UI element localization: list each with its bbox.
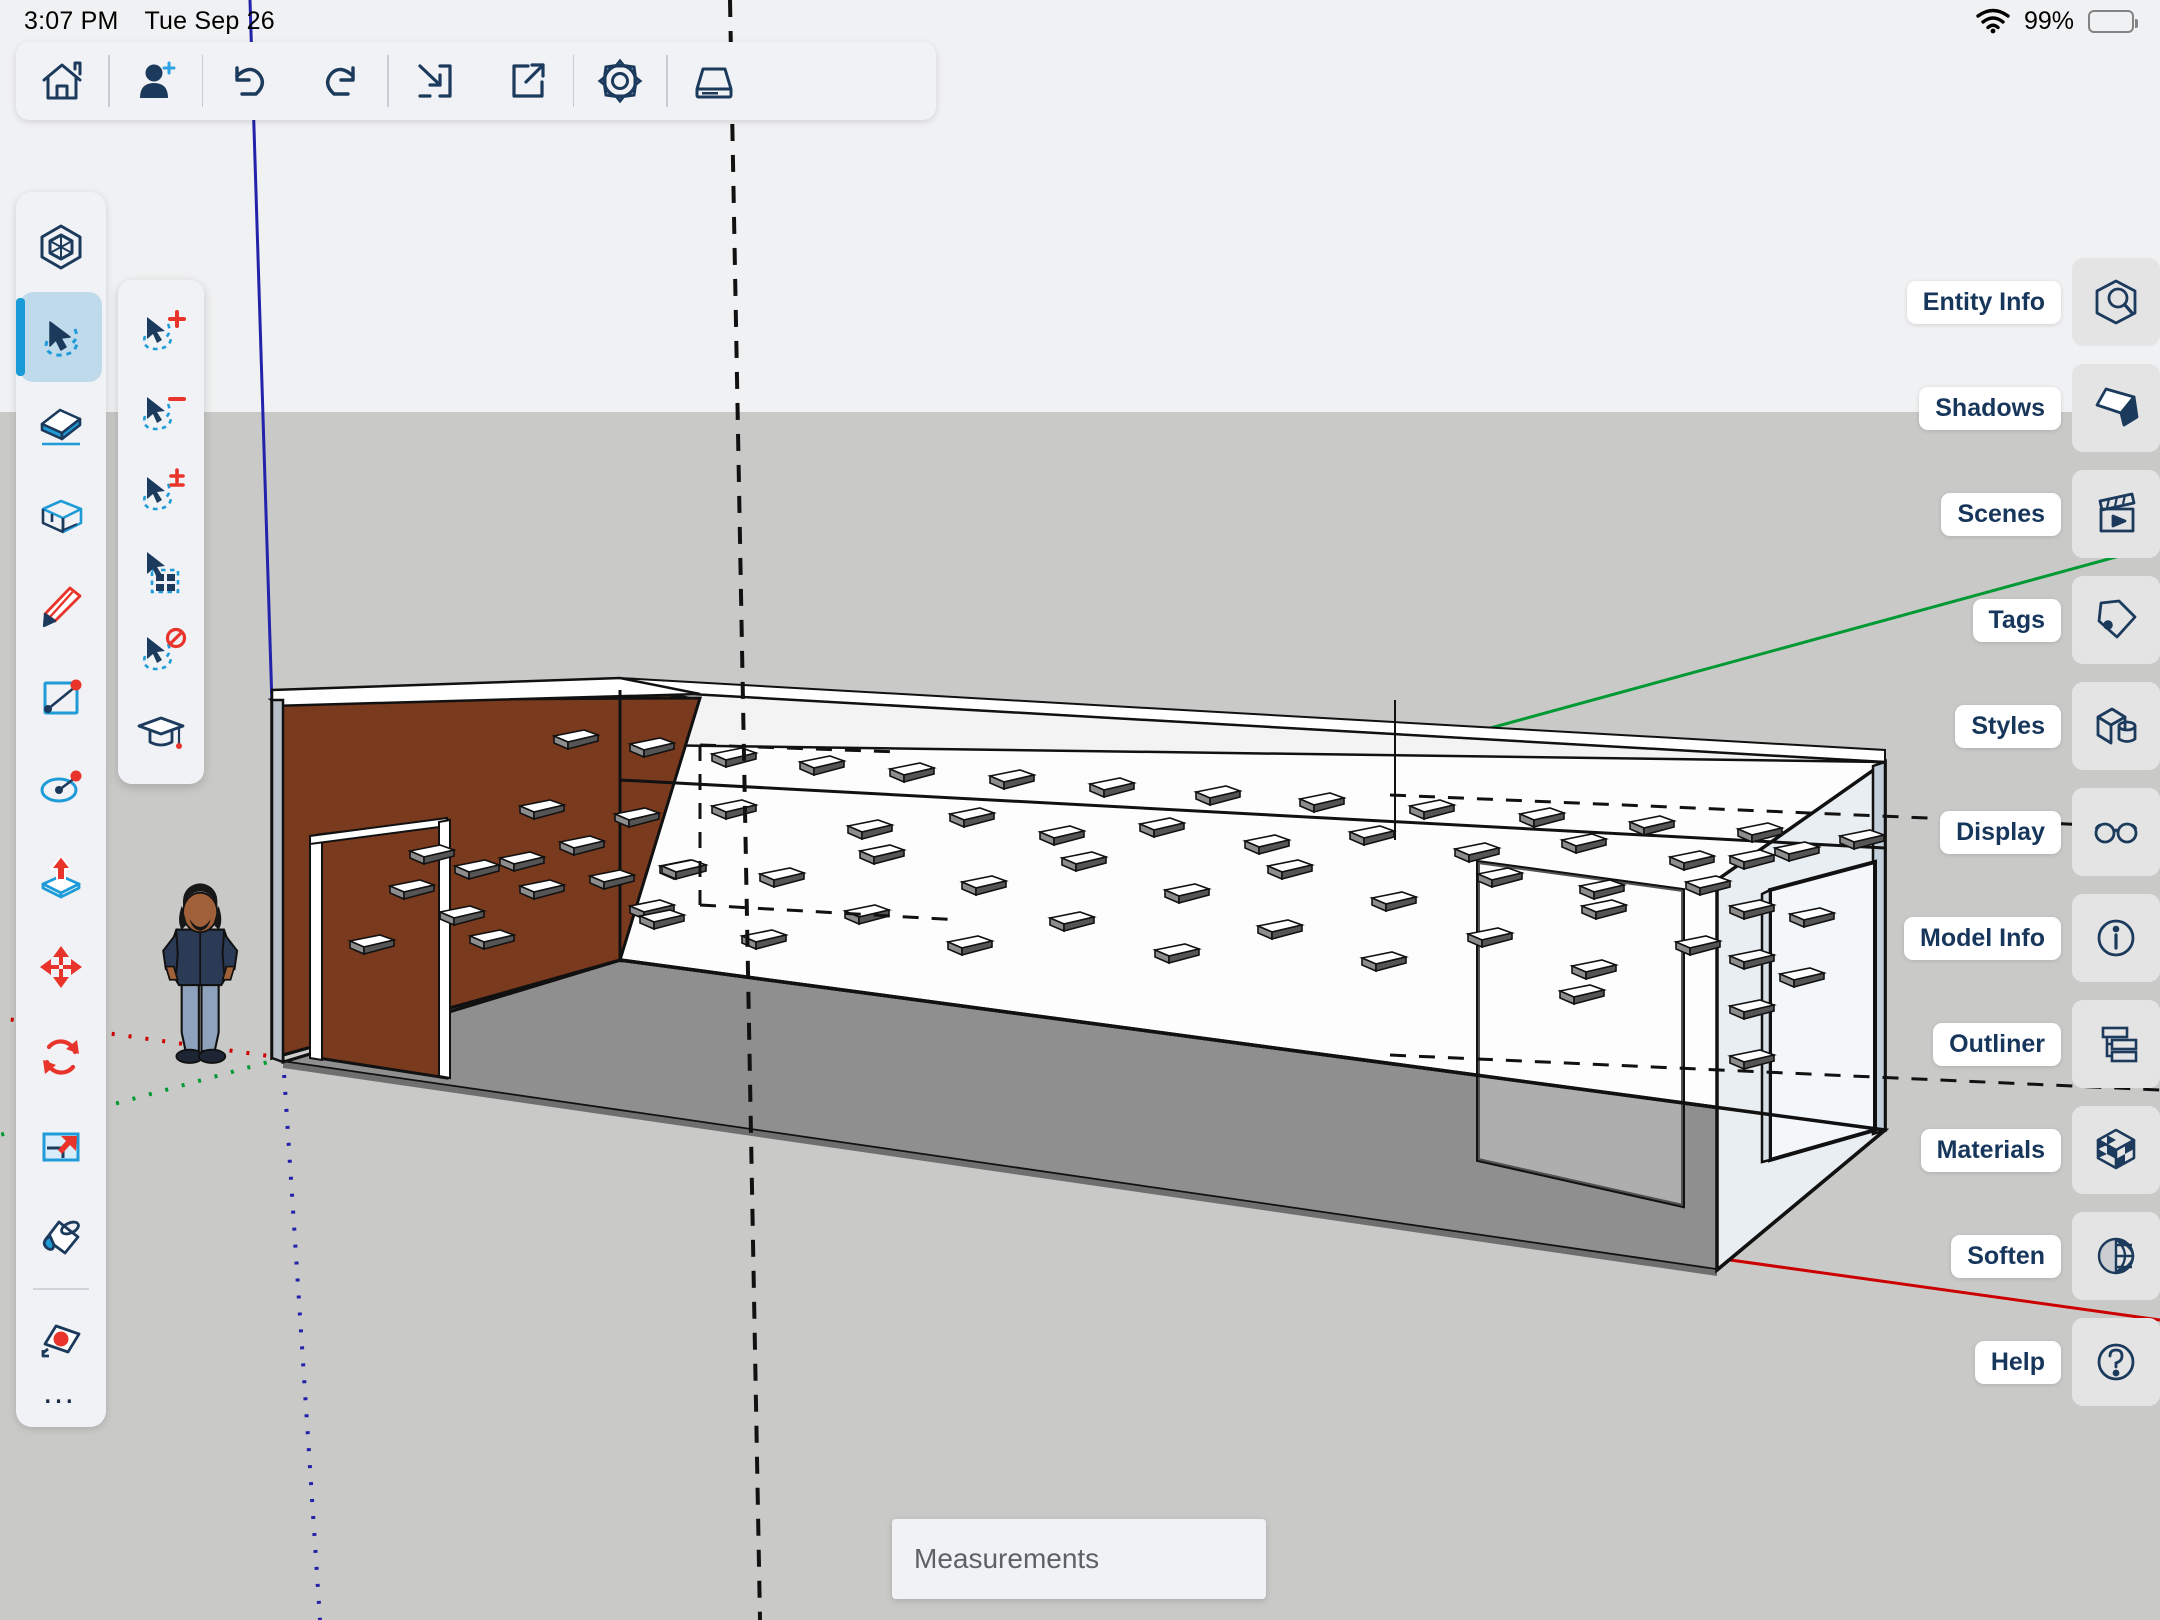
select-toggle-option[interactable] (118, 452, 204, 532)
panel-help-label: Help (1974, 1340, 2061, 1384)
measurements-placeholder: Measurements (914, 1543, 1100, 1574)
styles-shapes-icon[interactable] (2072, 682, 2160, 770)
panel-tags[interactable]: Tags (1904, 576, 2160, 664)
panel-entity-info[interactable]: Entity Info (1904, 258, 2160, 346)
tool-move[interactable] (16, 922, 106, 1012)
measurements-box[interactable]: Measurements (892, 1519, 1266, 1599)
tool-scale[interactable] (16, 1102, 106, 1192)
question-circle-icon[interactable] (2072, 1318, 2160, 1406)
interior-partition-face (1478, 862, 1683, 1206)
panel-outliner[interactable]: Outliner (1904, 1000, 2160, 1088)
shadow-icon[interactable] (2072, 364, 2160, 452)
tool-select[interactable] (16, 292, 102, 382)
warehouse-model[interactable] (267, 676, 2160, 1276)
tool-tape[interactable] (16, 1296, 106, 1386)
3d-model-scene[interactable] (0, 0, 2160, 1620)
end-wall-door-jamb (309, 832, 323, 1062)
wifi-icon (1976, 8, 2010, 34)
tool-pencil[interactable] (16, 562, 106, 652)
more-tools-button[interactable]: … (42, 1375, 81, 1414)
export-button[interactable] (481, 42, 573, 120)
status-date: Tue Sep 26 (144, 6, 275, 35)
settings-button[interactable] (574, 42, 666, 120)
top-toolbar (16, 42, 936, 120)
glasses-icon[interactable] (2072, 788, 2160, 876)
ios-status-bar: 3:07 PM Tue Sep 26 99% (0, 0, 2160, 42)
add-user-button[interactable] (110, 42, 202, 120)
battery-percent-label: 99% (2023, 6, 2074, 35)
panel-shadows-label: Shadows (1919, 386, 2061, 430)
panel-entity-info-label: Entity Info (1906, 280, 2061, 324)
select-multiple-option[interactable] (118, 532, 204, 612)
panel-soften[interactable]: Soften (1904, 1212, 2160, 1300)
panel-help[interactable]: Help (1904, 1318, 2160, 1406)
learn-option[interactable] (118, 692, 204, 772)
select-none-option[interactable] (118, 612, 204, 692)
panel-model-info-label: Model Info (1904, 916, 2061, 960)
panel-styles-label: Styles (1955, 704, 2061, 748)
status-bar-left: 3:07 PM Tue Sep 26 (0, 7, 275, 36)
panel-soften-label: Soften (1951, 1234, 2061, 1278)
panel-outliner-label: Outliner (1933, 1022, 2061, 1066)
undo-button[interactable] (203, 42, 295, 120)
status-bar-right: 99% (1976, 7, 2160, 36)
save-button[interactable] (668, 42, 760, 120)
select-add-option[interactable] (118, 292, 204, 372)
cube-search-icon[interactable] (2072, 258, 2160, 346)
panel-tags-label: Tags (1972, 598, 2061, 642)
tool-model[interactable] (16, 202, 106, 292)
panel-shadows[interactable]: Shadows (1904, 364, 2160, 452)
soften-sphere-icon[interactable] (2072, 1212, 2160, 1300)
outliner-layers-icon[interactable] (2072, 1000, 2160, 1088)
right-panel-tray: Entity Info Shadows Scenes Tags Styles D… (1904, 258, 2160, 1406)
battery-full-icon (2088, 9, 2138, 33)
info-circle-icon[interactable] (2072, 894, 2160, 982)
panel-styles[interactable]: Styles (1904, 682, 2160, 770)
select-options-flyout (118, 280, 204, 784)
clapperboard-icon[interactable] (2072, 470, 2160, 558)
near-wall-slab (270, 698, 285, 1064)
tool-paint[interactable] (16, 1192, 106, 1282)
panel-scenes[interactable]: Scenes (1904, 470, 2160, 558)
panel-materials-label: Materials (1920, 1128, 2061, 1172)
left-tool-rail: … (16, 192, 106, 1428)
tool-shape[interactable] (16, 652, 106, 742)
tool-arc[interactable] (16, 742, 106, 832)
model-viewport[interactable] (0, 0, 2160, 1620)
panel-display-label: Display (1940, 810, 2061, 854)
rail-divider (33, 1288, 89, 1290)
home-button[interactable] (16, 42, 108, 120)
panel-model-info[interactable]: Model Info (1904, 894, 2160, 982)
tool-eraser[interactable] (16, 382, 106, 472)
tool-pushpull[interactable] (16, 832, 106, 922)
status-time: 3:07 PM (24, 6, 119, 35)
tag-icon[interactable] (2072, 576, 2160, 664)
redo-button[interactable] (295, 42, 387, 120)
right-door-leaf-edge (1760, 887, 1772, 1164)
panel-scenes-label: Scenes (1941, 492, 2061, 536)
select-subtract-option[interactable] (118, 372, 204, 452)
checkered-cube-icon[interactable] (2072, 1106, 2160, 1194)
sketchup-app: 3:07 PM Tue Sep 26 99% … Entity Info Sha… (0, 0, 2160, 1620)
scale-figure-person (162, 883, 239, 1064)
import-button[interactable] (389, 42, 481, 120)
tool-rectangle[interactable] (16, 472, 106, 562)
panel-materials[interactable]: Materials (1904, 1106, 2160, 1194)
panel-display[interactable]: Display (1904, 788, 2160, 876)
tool-rotate[interactable] (16, 1012, 106, 1102)
